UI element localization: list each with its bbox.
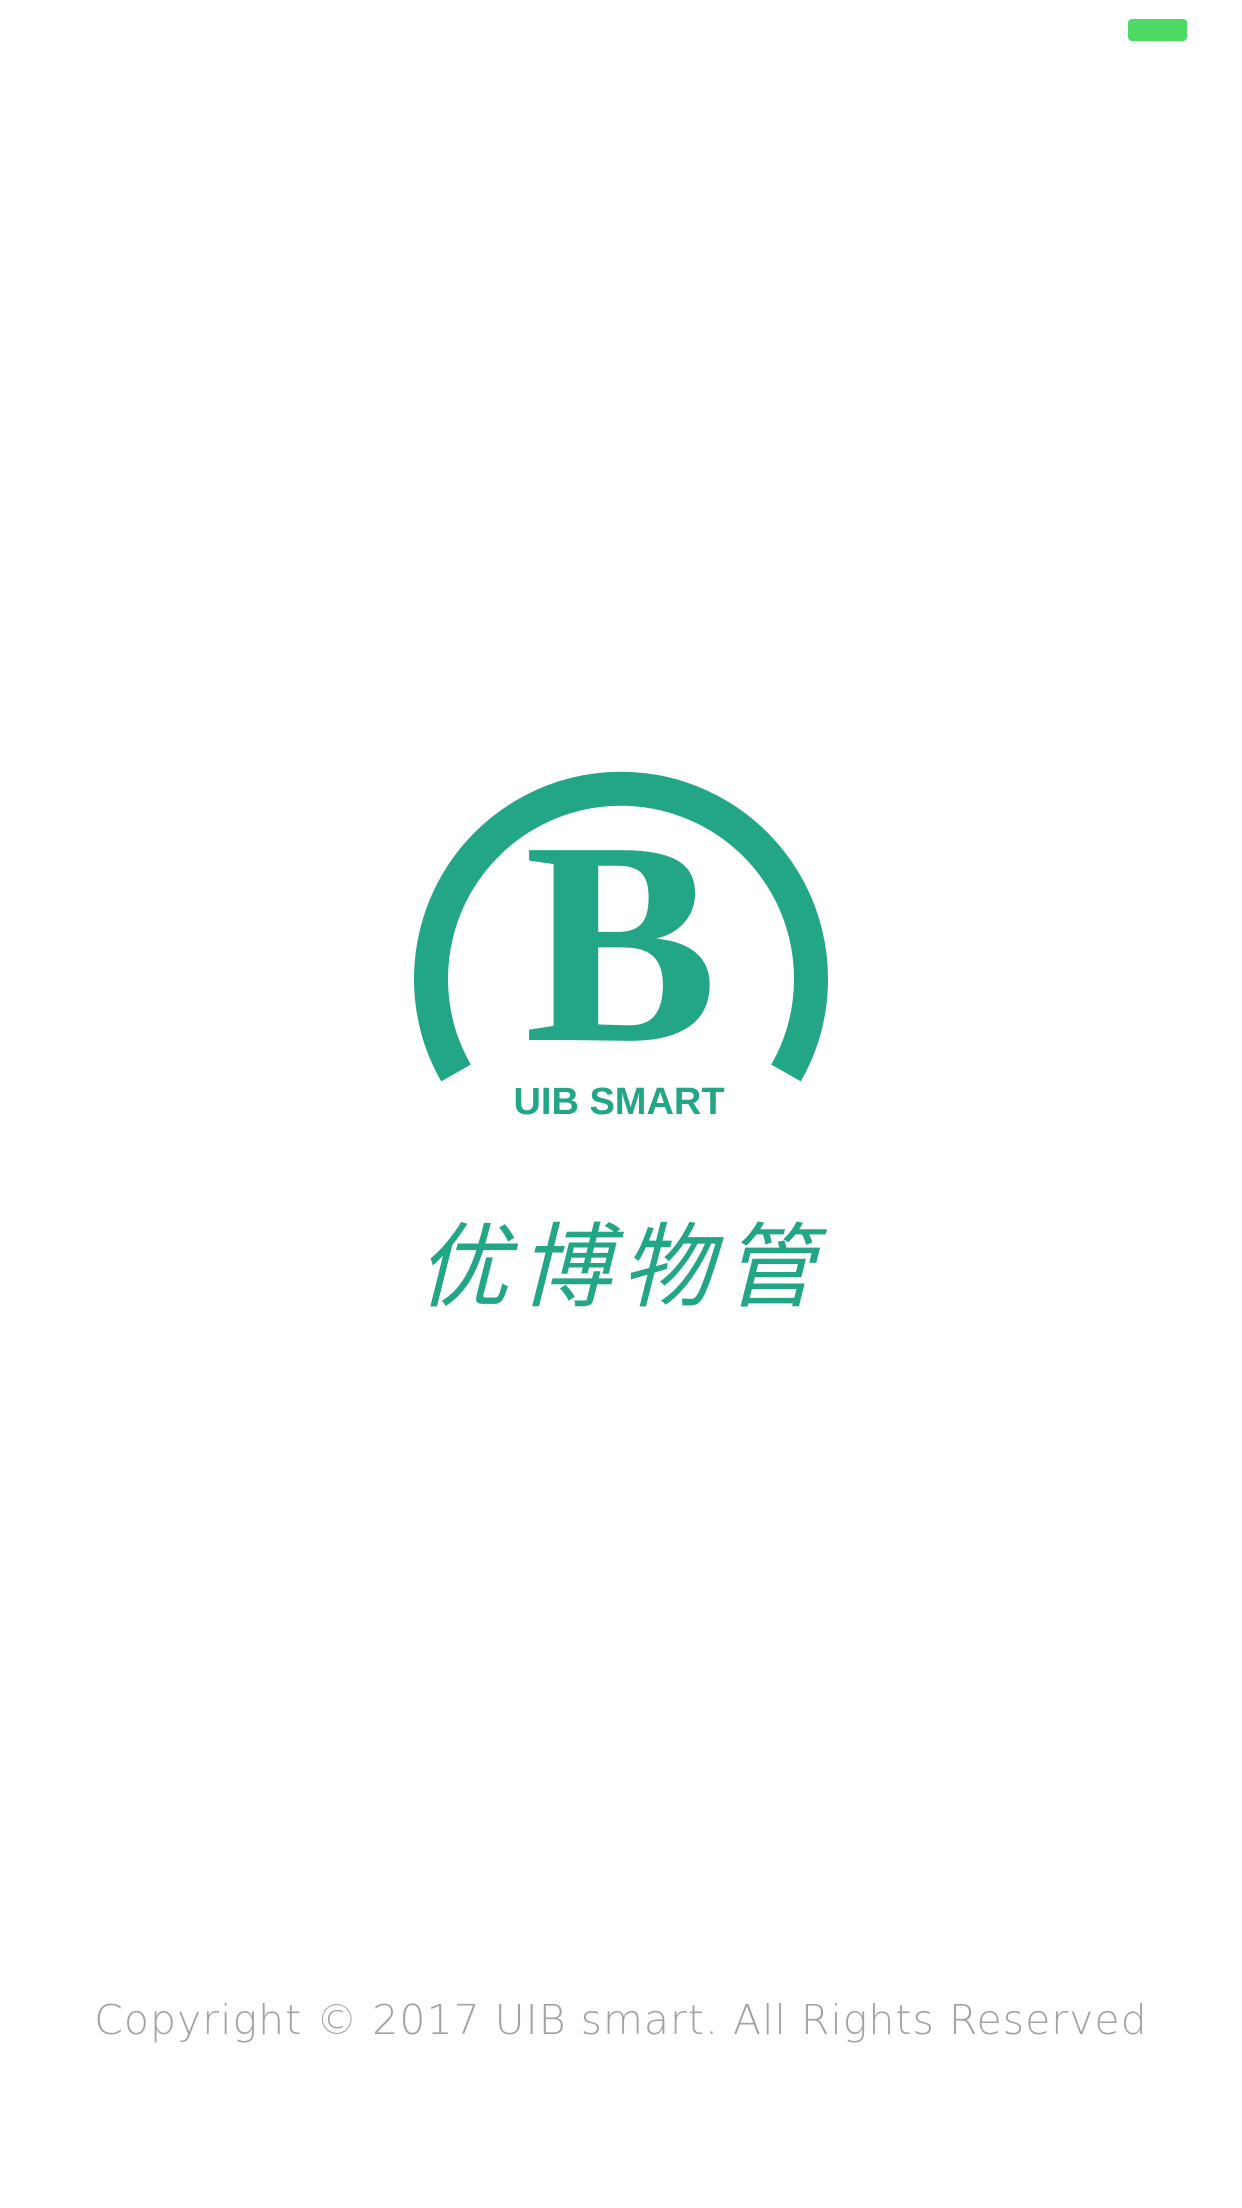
splash-screen: B UIB SMART 优博物管 Copyright © 2017 UIB sm… <box>0 0 1242 2208</box>
uib-smart-logo: B UIB SMART <box>414 771 828 1123</box>
logo-wordmark: UIB SMART <box>513 1081 724 1123</box>
status-bar <box>0 0 1242 60</box>
app-name: 优博物管 <box>416 1214 825 1321</box>
battery-icon <box>1128 19 1187 41</box>
logo-letter: B <box>524 782 717 1103</box>
copyright-text: Copyright © 2017 UIB smart. All Rights R… <box>94 1996 1148 2044</box>
